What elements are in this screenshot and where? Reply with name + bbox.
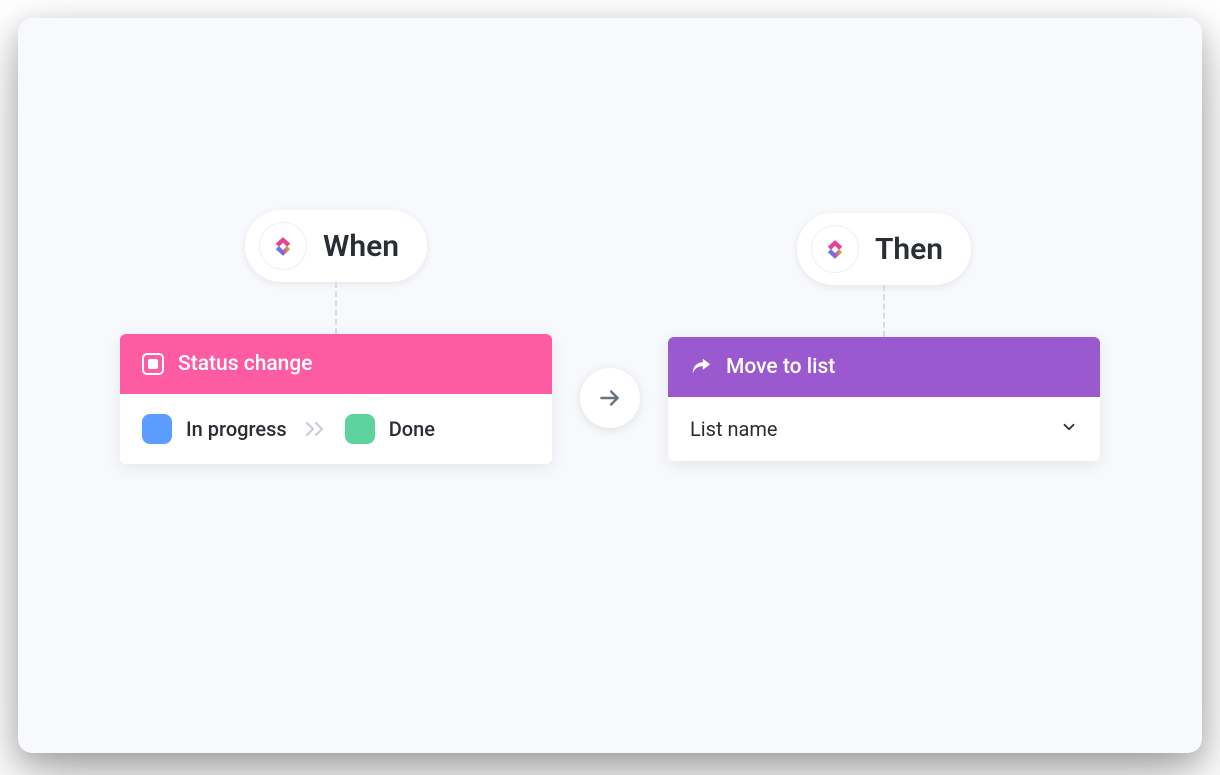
trigger-card-body: In progress Done <box>120 394 552 464</box>
status-from-label: In progress <box>186 417 287 441</box>
chevron-right-double-icon <box>305 420 327 438</box>
trigger-card-header: Status change <box>120 334 552 394</box>
flow-arrow <box>580 368 640 428</box>
when-column: When Status change In progress <box>120 210 552 464</box>
status-color-from <box>142 414 172 444</box>
action-card-body: List name <box>668 397 1100 461</box>
then-label: Then <box>875 232 943 267</box>
flow-row: When Status change In progress <box>18 210 1202 464</box>
then-pill: Then <box>797 213 971 285</box>
trigger-card[interactable]: Status change In progress Done <box>120 334 552 464</box>
list-select-label: List name <box>690 417 778 441</box>
share-arrow-icon <box>690 356 712 378</box>
list-select[interactable]: List name <box>690 417 1078 441</box>
connector-line <box>335 282 337 334</box>
action-title: Move to list <box>726 355 835 379</box>
then-column: Then Move to list List name <box>668 213 1100 461</box>
when-pill: When <box>245 210 427 282</box>
clickup-logo-icon <box>811 225 859 273</box>
clickup-logo-icon <box>259 222 307 270</box>
when-label: When <box>323 229 399 264</box>
chevron-down-icon <box>1060 418 1078 440</box>
status-square-icon <box>142 353 164 375</box>
arrow-right-icon <box>597 385 623 411</box>
status-to-label: Done <box>389 417 435 441</box>
action-card-header: Move to list <box>668 337 1100 397</box>
trigger-title: Status change <box>178 352 313 376</box>
status-color-to <box>345 414 375 444</box>
automation-diagram: When Status change In progress <box>18 18 1202 753</box>
action-card[interactable]: Move to list List name <box>668 337 1100 461</box>
connector-line <box>883 285 885 337</box>
